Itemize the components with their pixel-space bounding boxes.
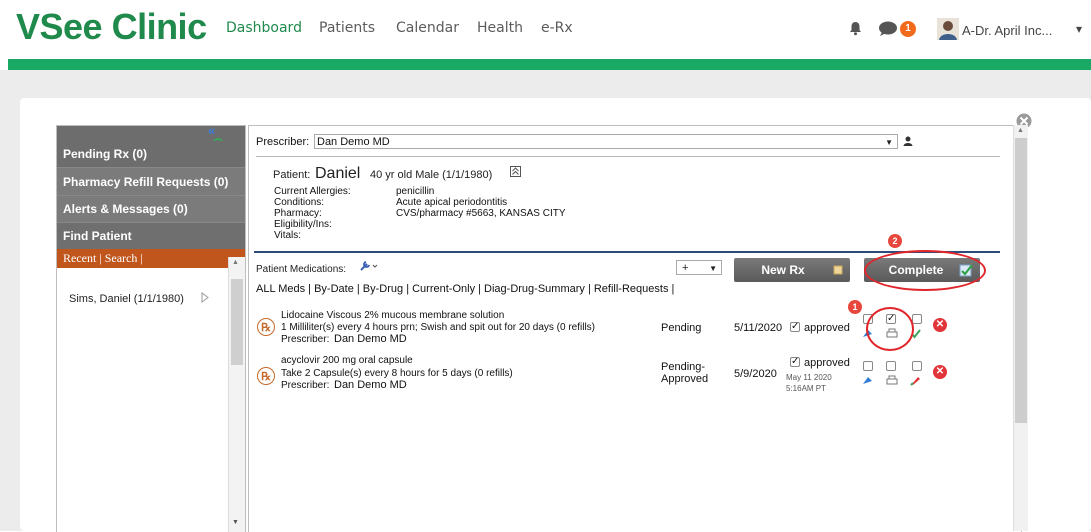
med-row-1-prescriber: Dan Demo MD (334, 333, 407, 345)
med-row-2-approved-timestamp: May 11 2020 5:16AM PT (786, 373, 832, 393)
delete-icon[interactable]: ✕ (933, 318, 947, 332)
scroll-up-arrow-icon[interactable]: ▲ (232, 259, 239, 266)
med-row-1-approved-checkbox[interactable] (790, 322, 800, 332)
patient-label: Patient: (273, 169, 311, 181)
med-row-1-approved-label: approved (804, 322, 850, 334)
med-row-2-checkbox-b[interactable] (886, 361, 896, 371)
sidebar-item-alerts-messages[interactable]: Alerts & Messages (0) (57, 195, 245, 222)
med-row-2-prescriber-label: Prescriber: (281, 380, 330, 391)
annotation-step-1-badge: 1 (848, 300, 862, 314)
rx-icon: ℞ (257, 318, 275, 336)
med-row-1-status: Pending (661, 322, 702, 334)
new-rx-icon (833, 265, 843, 275)
med-row-1-prescriber-label: Prescriber: (281, 334, 330, 345)
add-select-dropdown-icon[interactable]: ▼ (709, 261, 717, 276)
user-lookup-icon[interactable] (902, 135, 914, 147)
pharmacy-value: CVS/pharmacy #5663, KANSAS CITY (396, 208, 566, 219)
annotation-circle-complete (864, 250, 986, 291)
scroll-up-arrow-icon[interactable]: ▲ (1017, 127, 1024, 134)
wrench-menu-icon[interactable] (359, 260, 379, 272)
content-scrollbar[interactable]: ▲ (1013, 125, 1028, 531)
med-row-2-approved-checkbox[interactable] (790, 357, 800, 367)
nav-dashboard[interactable]: Dashboard (226, 20, 302, 36)
med-row-2-status: Pending-Approved (661, 361, 709, 385)
patient-medications-label: Patient Medications: (256, 264, 347, 275)
prescriber-value: Dan Demo MD (317, 136, 390, 148)
med-row-2-prescriber: Dan Demo MD (334, 379, 407, 391)
sidebar-item-pending-rx[interactable]: Pending Rx (0) (57, 141, 245, 167)
patient-list-item[interactable]: Sims, Daniel (1/1/1980) (69, 293, 184, 305)
scroll-down-arrow-icon[interactable]: ▼ (232, 519, 239, 526)
vsee-clinic-logo[interactable]: VSee Clinic (16, 6, 207, 48)
med-row-2-checkbox-a[interactable] (863, 361, 873, 371)
prescriber-divider (256, 156, 1000, 157)
recent-search-tabs[interactable]: Recent | Search | (57, 249, 245, 268)
med-row-2-checkbox-c[interactable] (912, 361, 922, 371)
sidebar-scrollbar[interactable]: ▲ ▼ (228, 257, 245, 532)
nav-health[interactable]: Health (477, 20, 523, 36)
nav-calendar[interactable]: Calendar (396, 20, 459, 36)
sidebar-scroll-thumb[interactable] (231, 279, 243, 365)
rx-icon: ℞ (257, 367, 275, 385)
nav-erx[interactable]: e-Rx (541, 20, 573, 36)
new-rx-label: New Rx (761, 263, 805, 277)
nav-patients[interactable]: Patients (319, 20, 375, 36)
avatar-icon[interactable] (937, 18, 959, 40)
med-row-1-drug[interactable]: Lidocaine Viscous 2% mucous membrane sol… (281, 310, 504, 322)
content-scroll-thumb[interactable] (1015, 138, 1027, 423)
patient-section-divider (254, 251, 1000, 253)
chevron-right-icon[interactable] (201, 292, 209, 303)
patient-name: Daniel (315, 165, 361, 182)
message-count-badge: 1 (900, 21, 916, 37)
medication-filter-links[interactable]: ALL Meds | By-Date | By-Drug | Current-O… (256, 283, 674, 295)
vitals-label: Vitals: (274, 230, 302, 241)
collapse-up-icon[interactable] (510, 166, 521, 177)
user-name[interactable]: A-Dr. April Inc... (962, 23, 1052, 38)
annotation-circle-checkbox (866, 307, 914, 351)
med-row-1-date: 5/11/2020 (734, 322, 783, 334)
sidebar-panel: « Pending Rx (0) Pharmacy Refill Request… (56, 123, 246, 532)
prescriber-label: Prescriber: (256, 136, 310, 148)
collapse-sidebar-icon[interactable]: « (208, 123, 215, 138)
bell-icon[interactable] (849, 21, 862, 36)
annotation-step-2-badge: 2 (888, 234, 902, 248)
med-row-2-date: 5/9/2020 (734, 368, 777, 380)
prescriber-select[interactable]: Dan Demo MD ▼ (314, 134, 898, 149)
edit-pencil-icon[interactable] (910, 375, 921, 386)
user-menu-chevron-down-icon[interactable]: ▾ (1076, 22, 1082, 36)
send-arrow-icon[interactable] (862, 375, 873, 386)
delete-icon[interactable]: ✕ (933, 365, 947, 379)
print-icon[interactable] (886, 375, 898, 386)
sidebar-item-pharmacy-refill[interactable]: Pharmacy Refill Requests (0) (57, 167, 245, 195)
med-row-1-sig: 1 Milliliter(s) every 4 hours prn; Swish… (281, 322, 596, 333)
sidebar-item-find-patient[interactable]: Find Patient (57, 222, 245, 249)
new-rx-button[interactable]: New Rx (734, 258, 850, 282)
chat-icon[interactable] (878, 20, 898, 37)
header-accent-bar (8, 59, 1091, 70)
patient-demographics: 40 yr old Male (1/1/1980) (370, 169, 493, 181)
med-row-1-checkbox-c[interactable] (912, 314, 922, 324)
add-select-value: + (682, 262, 689, 274)
med-row-2-drug[interactable]: acyclovir 200 mg oral capsule (281, 355, 413, 367)
med-row-2-approved-label: approved (804, 357, 850, 369)
prescriber-dropdown-icon[interactable]: ▼ (885, 135, 893, 150)
add-medication-select[interactable]: + ▼ (676, 260, 722, 275)
